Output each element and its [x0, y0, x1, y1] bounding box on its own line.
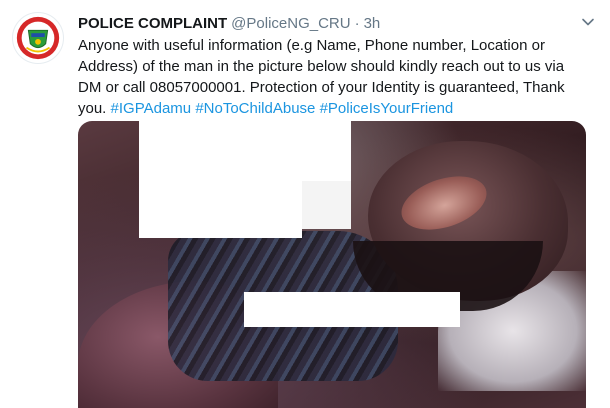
tweet[interactable]: POLICE COMPLAINT @PoliceNG_CRU · 3h Anyo…	[0, 0, 610, 408]
separator-dot: ·	[354, 14, 360, 32]
redaction-box	[244, 292, 460, 327]
hashtag-link[interactable]: #IGPAdamu	[111, 100, 192, 117]
author-handle[interactable]: @PoliceNG_CRU	[231, 15, 350, 32]
hashtag-link[interactable]: #PoliceIsYourFriend	[320, 100, 454, 117]
author-name[interactable]: POLICE COMPLAINT	[78, 15, 227, 32]
redaction-box	[302, 181, 351, 229]
redaction-box	[139, 181, 302, 238]
hashtag-link[interactable]: #NoToChildAbuse	[195, 100, 315, 117]
tweet-header: POLICE COMPLAINT @PoliceNG_CRU · 3h	[78, 12, 380, 34]
avatar[interactable]	[12, 12, 64, 64]
tweet-text: Anyone with useful information (e.g Name…	[78, 35, 578, 119]
tweet-image[interactable]	[78, 121, 586, 408]
police-crest-icon	[13, 13, 63, 63]
timestamp[interactable]: 3h	[364, 15, 381, 32]
chevron-down-icon	[582, 18, 594, 26]
redaction-box	[139, 121, 351, 181]
more-options-button[interactable]	[580, 14, 596, 30]
